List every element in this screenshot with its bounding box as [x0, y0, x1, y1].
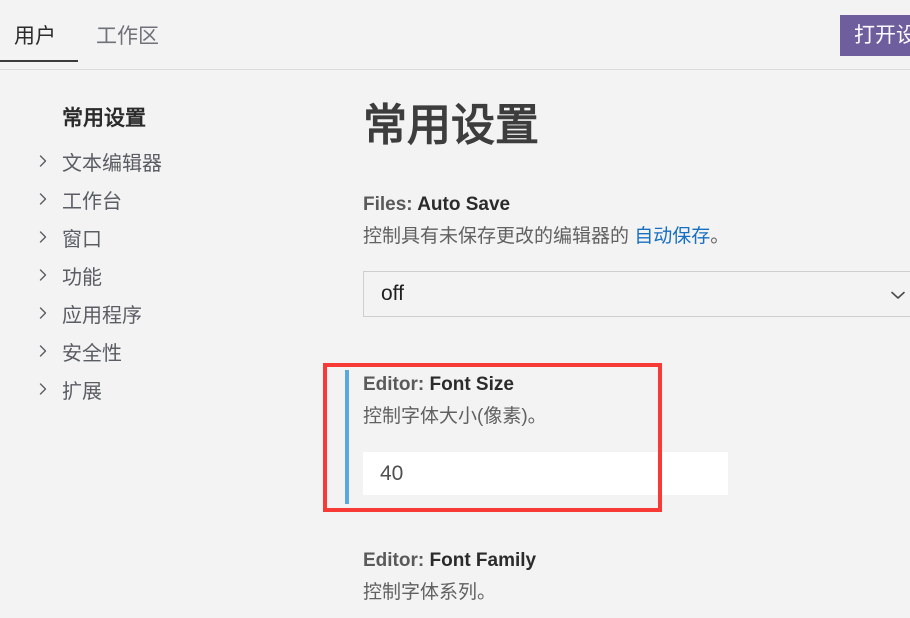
setting-font-size-description: 控制字体大小(像素)。 [363, 406, 547, 427]
desc-text-before: 控制具有未保存更改的编辑器的 [363, 226, 635, 247]
auto-save-link[interactable]: 自动保存 [634, 226, 710, 247]
sidebar-item-label: 功能 [62, 266, 102, 289]
setting-font-family-description: 控制字体系列。 [363, 582, 497, 603]
tab-user[interactable]: 用户 [0, 24, 78, 62]
sidebar-item-security[interactable]: 安全性 [0, 332, 320, 370]
sidebar-section-commonly-used[interactable]: 常用设置 [0, 100, 320, 142]
chevron-right-icon [34, 380, 52, 398]
settings-tabs: 用户 工作区 [0, 24, 177, 62]
sidebar-item-label: 文本编辑器 [62, 152, 162, 175]
setting-font-size-title-suffix: Font Size [429, 374, 514, 395]
setting-font-family: Editor: Font Family 控制字体系列。 [363, 548, 536, 608]
header-bar: 用户 工作区 打开设 [0, 0, 910, 70]
setting-font-size-title: Editor: Font Size [363, 372, 547, 398]
chevron-right-icon [34, 152, 52, 170]
setting-modified-accent-bar [345, 370, 349, 504]
sidebar-item-extensions[interactable]: 扩展 [0, 370, 320, 408]
settings-sidebar: 常用设置 文本编辑器 工作台 窗口 功能 应用程序 安全性 扩展 [0, 70, 320, 618]
sidebar-item-label: 安全性 [62, 342, 122, 365]
setting-auto-save-title-suffix: Auto Save [417, 194, 511, 215]
sidebar-item-window[interactable]: 窗口 [0, 218, 320, 256]
chevron-right-icon [34, 266, 52, 284]
sidebar-item-application[interactable]: 应用程序 [0, 294, 320, 332]
setting-auto-save-description: 控制具有未保存更改的编辑器的 自动保存。 [363, 222, 729, 252]
sidebar-item-label: 窗口 [62, 228, 102, 251]
chevron-right-icon [34, 190, 52, 208]
open-settings-button[interactable]: 打开设 [840, 15, 910, 56]
setting-font-family-title: Editor: Font Family [363, 548, 536, 574]
sidebar-item-label: 应用程序 [62, 304, 142, 327]
sidebar-item-label: 扩展 [62, 380, 102, 403]
setting-auto-save-title: Files: Auto Save [363, 192, 729, 218]
sidebar-item-workbench[interactable]: 工作台 [0, 180, 320, 218]
desc-text-after: 。 [710, 226, 730, 247]
chevron-right-icon [34, 228, 52, 246]
setting-font-size: Editor: Font Size 控制字体大小(像素)。 [363, 372, 547, 432]
tab-workspace[interactable]: 工作区 [78, 24, 177, 62]
settings-main-pane: 常用设置 Files: Auto Save 控制具有未保存更改的编辑器的 自动保… [320, 70, 910, 618]
auto-save-select[interactable]: off [363, 271, 910, 317]
chevron-down-icon [888, 285, 908, 305]
font-size-input[interactable] [363, 452, 728, 495]
sidebar-item-text-editor[interactable]: 文本编辑器 [0, 142, 320, 180]
setting-auto-save: Files: Auto Save 控制具有未保存更改的编辑器的 自动保存。 [363, 192, 729, 252]
chevron-right-icon [34, 304, 52, 322]
setting-font-family-title-prefix: Editor: [363, 550, 430, 571]
sidebar-item-features[interactable]: 功能 [0, 256, 320, 294]
tab-workspace-label: 工作区 [96, 25, 159, 48]
tab-user-label: 用户 [14, 25, 56, 48]
setting-auto-save-title-prefix: Files: [363, 194, 418, 215]
sidebar-item-label: 工作台 [62, 190, 122, 213]
chevron-right-icon [34, 342, 52, 360]
setting-font-size-title-prefix: Editor: [363, 374, 430, 395]
auto-save-select-value: off [381, 282, 404, 305]
setting-font-family-title-suffix: Font Family [429, 550, 537, 571]
page-title: 常用设置 [363, 101, 539, 150]
